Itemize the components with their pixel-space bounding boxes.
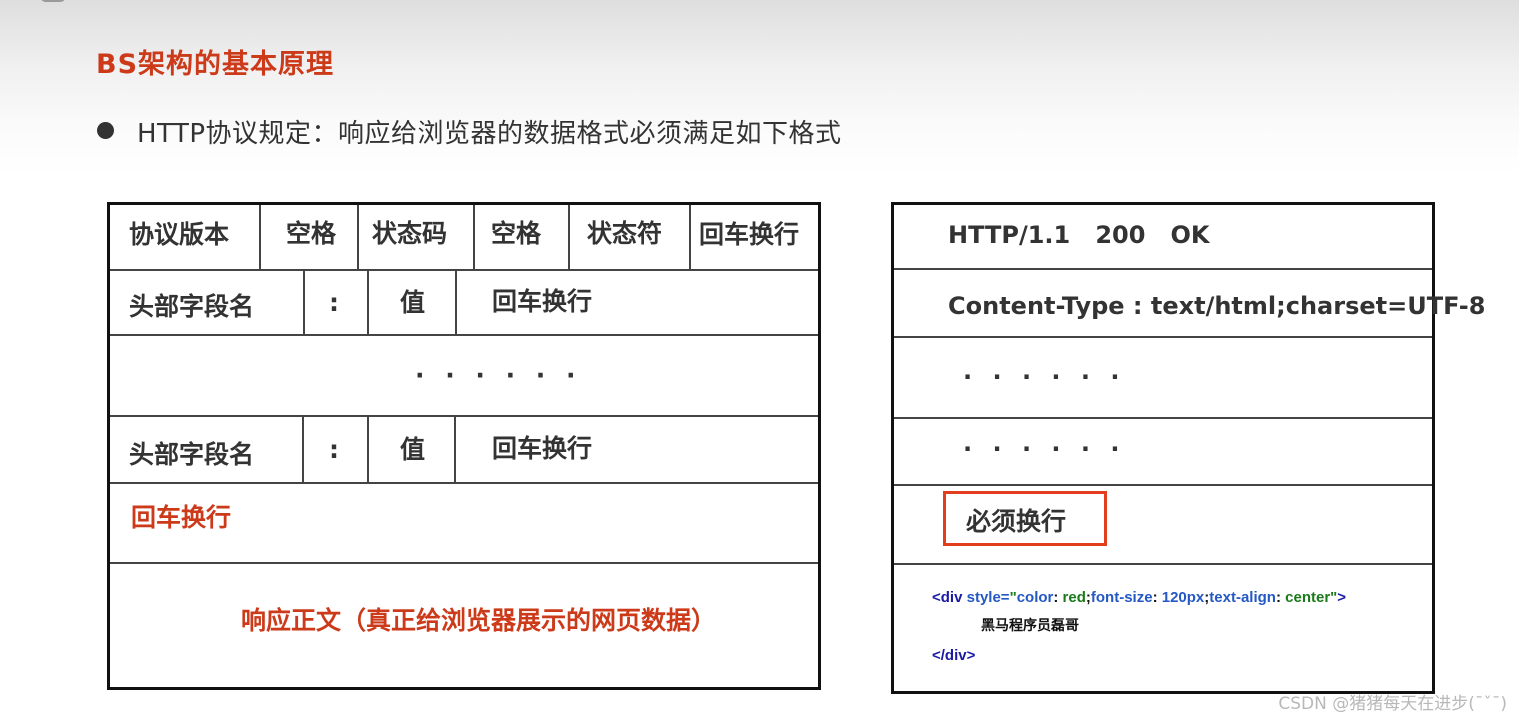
code-token: color <box>1016 589 1054 606</box>
cell-space: 空格 <box>491 219 542 248</box>
ellipsis-row: · · · · · · <box>415 361 582 390</box>
cell-status-code: 状态码 <box>372 219 448 248</box>
cell-colon: : <box>329 288 339 317</box>
top-edge-mark <box>40 0 66 2</box>
cell-header-name: 头部字段名 <box>129 292 255 321</box>
cell-space: 空格 <box>286 219 337 248</box>
col-divider <box>568 205 570 269</box>
code-line-content: 黑马程序员磊哥 <box>981 618 1079 634</box>
cell-status-text: 状态符 <box>587 219 663 248</box>
row-divider <box>894 563 1432 565</box>
code-token: font-size <box>1090 589 1153 606</box>
must-newline-label: 必须换行 <box>966 507 1067 536</box>
code-token: : <box>1275 589 1286 606</box>
bullet-icon <box>97 122 114 139</box>
row-divider <box>110 482 818 484</box>
watermark: CSDN @猪猪每天在进步(¯ˇ¯) <box>1278 694 1507 714</box>
cell-crlf: 回车换行 <box>492 287 593 316</box>
code-token: 120px <box>1161 589 1205 606</box>
col-divider <box>689 205 691 269</box>
cell-crlf: 回车换行 <box>699 220 800 249</box>
row-divider <box>110 269 818 271</box>
slide-title: BS架构的基本原理 <box>96 49 335 80</box>
cell-protocol-version: 协议版本 <box>129 220 230 249</box>
row-divider <box>894 484 1432 486</box>
cell-blank-line-crlf: 回车换行 <box>131 503 232 532</box>
row-divider <box>894 417 1432 419</box>
col-divider <box>473 205 475 269</box>
content-type-header-example: Content-Type : text/html;charset=UTF-8 <box>948 292 1486 320</box>
cell-value: 值 <box>400 288 426 317</box>
code-line-close-div: </div> <box>932 647 976 664</box>
code-token: : <box>1053 589 1063 606</box>
cell-colon: : <box>329 435 339 464</box>
col-divider <box>303 271 305 334</box>
code-token: text-align <box>1209 589 1276 606</box>
col-divider <box>367 271 369 334</box>
cell-header-name: 头部字段名 <box>129 440 255 469</box>
col-divider <box>302 417 304 482</box>
code-token: style= <box>966 589 1010 606</box>
col-divider <box>454 417 456 482</box>
slide-subtitle: HTTP协议规定：响应给浏览器的数据格式必须满足如下格式 <box>137 119 842 149</box>
cell-value: 值 <box>400 435 426 464</box>
col-divider <box>357 205 359 269</box>
ellipsis-row: · · · · · · <box>963 435 1126 463</box>
row-divider <box>110 415 818 417</box>
code-token: center <box>1285 589 1331 606</box>
ellipsis-row: · · · · · · <box>963 363 1126 391</box>
col-divider <box>367 417 369 482</box>
status-line-example: HTTP/1.1 200 OK <box>948 221 1210 249</box>
code-line-open-div: <div style="color: red;font-size: 120px;… <box>932 590 1346 605</box>
row-divider <box>110 334 818 336</box>
row-divider <box>110 562 818 564</box>
row-divider <box>894 268 1432 270</box>
cell-crlf: 回车换行 <box>492 434 593 463</box>
row-divider <box>894 336 1432 338</box>
code-token: " <box>1009 589 1017 606</box>
cell-response-body: 响应正文（真正给浏览器展示的网页数据） <box>241 606 717 635</box>
code-token: <div <box>932 589 963 606</box>
code-token: red <box>1062 589 1086 606</box>
col-divider <box>455 271 457 334</box>
code-token: > <box>1337 589 1347 606</box>
col-divider <box>259 205 261 269</box>
code-token: : <box>1152 589 1162 606</box>
